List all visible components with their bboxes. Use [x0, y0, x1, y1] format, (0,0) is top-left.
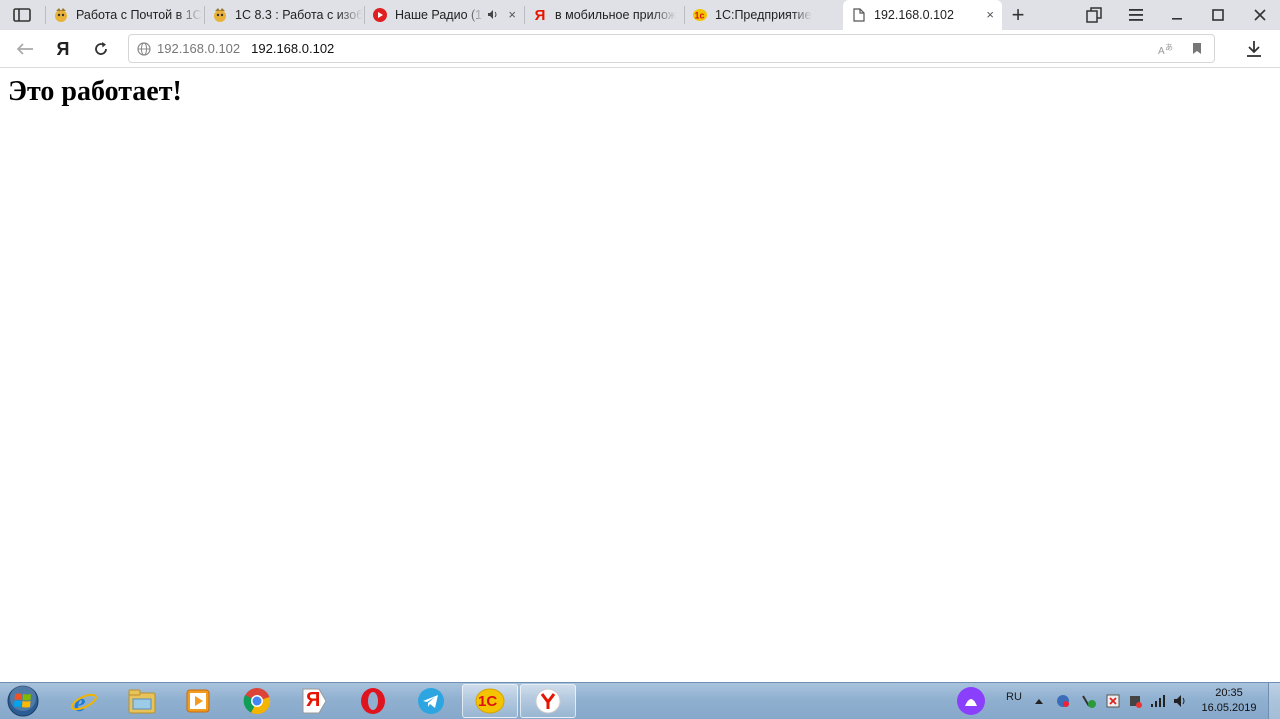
internet-explorer-icon[interactable]: e: [58, 684, 110, 718]
tab-title: 1С:Предприятие: [715, 8, 812, 22]
telegram-icon[interactable]: [405, 684, 457, 718]
tab-separator: [204, 6, 205, 24]
tab-active[interactable]: 192.168.0.102 ×: [843, 0, 1002, 30]
yandex-icon: Я: [534, 6, 546, 24]
new-tab-button[interactable]: +: [1006, 3, 1030, 27]
1c-label: 1С: [478, 693, 498, 710]
tab-separator: [684, 6, 685, 24]
1c-forum-icon: [212, 7, 228, 23]
navigation-toolbar: Я 192.168.0.102 192.168.0.102 Aあ: [0, 30, 1280, 68]
chrome-icon[interactable]: [231, 684, 283, 718]
file-explorer-icon[interactable]: [116, 684, 168, 718]
sidebar-toggle-icon[interactable]: [0, 0, 44, 30]
tab-title: в мобильное прилож: [555, 8, 677, 22]
svg-text:1c: 1c: [695, 11, 705, 21]
tab-5[interactable]: 1c 1С:Предприятие: [684, 0, 842, 30]
network-share-icon[interactable]: [1080, 683, 1098, 719]
url-text[interactable]: 192.168.0.102: [251, 41, 334, 56]
volume-icon[interactable]: [1172, 683, 1190, 719]
media-player-icon[interactable]: [172, 684, 224, 718]
system-clock[interactable]: 20:35 16.05.2019: [1196, 686, 1262, 716]
clock-time: 20:35: [1215, 687, 1243, 699]
speaker-icon[interactable]: [487, 9, 498, 23]
bookmark-icon[interactable]: [1192, 42, 1202, 55]
translate-icon[interactable]: Aあ: [1158, 42, 1174, 56]
signal-strength-icon[interactable]: [1149, 683, 1167, 719]
menu-icon[interactable]: [1116, 0, 1156, 30]
1c-logo-icon[interactable]: 1С: [462, 684, 518, 718]
page-content: Это работает!: [0, 68, 1280, 682]
yandex-icon[interactable]: Я: [288, 684, 340, 718]
page-heading: Это работает!: [8, 76, 182, 107]
show-hidden-icons[interactable]: [1032, 683, 1046, 719]
yandex-logo-button[interactable]: Я: [49, 35, 77, 63]
minimize-icon[interactable]: [1157, 0, 1197, 30]
tray-app-icon[interactable]: [1104, 683, 1122, 719]
yandex-letter: Я: [306, 689, 321, 711]
tabs-menu-icon[interactable]: [1074, 0, 1114, 30]
svg-text:あ: あ: [1165, 43, 1173, 52]
usb-device-icon[interactable]: [1126, 683, 1144, 719]
tab-separator: [364, 6, 365, 24]
tab-separator: [524, 6, 525, 24]
tab-title: Работа с Почтой в 1С: [76, 8, 202, 22]
svg-text:A: A: [1158, 46, 1165, 56]
tab-3[interactable]: Наше Радио (1С ×: [364, 0, 524, 30]
address-bar[interactable]: 192.168.0.102 192.168.0.102 Aあ: [128, 34, 1215, 63]
close-tab-icon[interactable]: ×: [986, 7, 994, 22]
alice-assistant-icon[interactable]: [954, 683, 988, 719]
opera-icon[interactable]: [347, 684, 399, 718]
downloads-icon[interactable]: [1240, 35, 1268, 63]
tab-1[interactable]: Работа с Почтой в 1С: [45, 0, 204, 30]
reload-button[interactable]: [87, 35, 115, 63]
tab-strip: Работа с Почтой в 1С 1С 8.3 : Работа с и…: [0, 0, 1280, 30]
tab-4[interactable]: Я в мобильное прилож: [524, 0, 684, 30]
1c-forum-icon: [53, 7, 69, 23]
windows-taskbar: e Я 1С RU 20:35 16.05.2019: [0, 682, 1280, 719]
language-indicator[interactable]: RU: [1002, 679, 1026, 715]
1c-logo-icon: 1c: [692, 7, 708, 23]
maximize-icon[interactable]: [1198, 0, 1238, 30]
tab-separator: [45, 6, 46, 24]
tab-title: 1С 8.3 : Работа с изоб: [235, 8, 364, 22]
yandex-browser-icon[interactable]: [520, 684, 576, 718]
tab-title: Наше Радио (1С: [395, 8, 484, 22]
page-icon: [851, 7, 867, 23]
tab-title: 192.168.0.102: [874, 8, 954, 22]
close-window-icon[interactable]: [1240, 0, 1280, 30]
tab-2[interactable]: 1С 8.3 : Работа с изоб: [204, 0, 364, 30]
antivirus-icon[interactable]: [1054, 683, 1072, 719]
start-button[interactable]: [5, 684, 41, 718]
clock-date: 16.05.2019: [1201, 702, 1257, 714]
globe-icon[interactable]: [137, 41, 151, 56]
youtube-icon: [372, 7, 388, 23]
site-label: 192.168.0.102: [157, 41, 241, 56]
back-button[interactable]: [11, 35, 39, 63]
show-desktop-button[interactable]: [1268, 683, 1280, 719]
close-tab-icon[interactable]: ×: [508, 7, 516, 22]
